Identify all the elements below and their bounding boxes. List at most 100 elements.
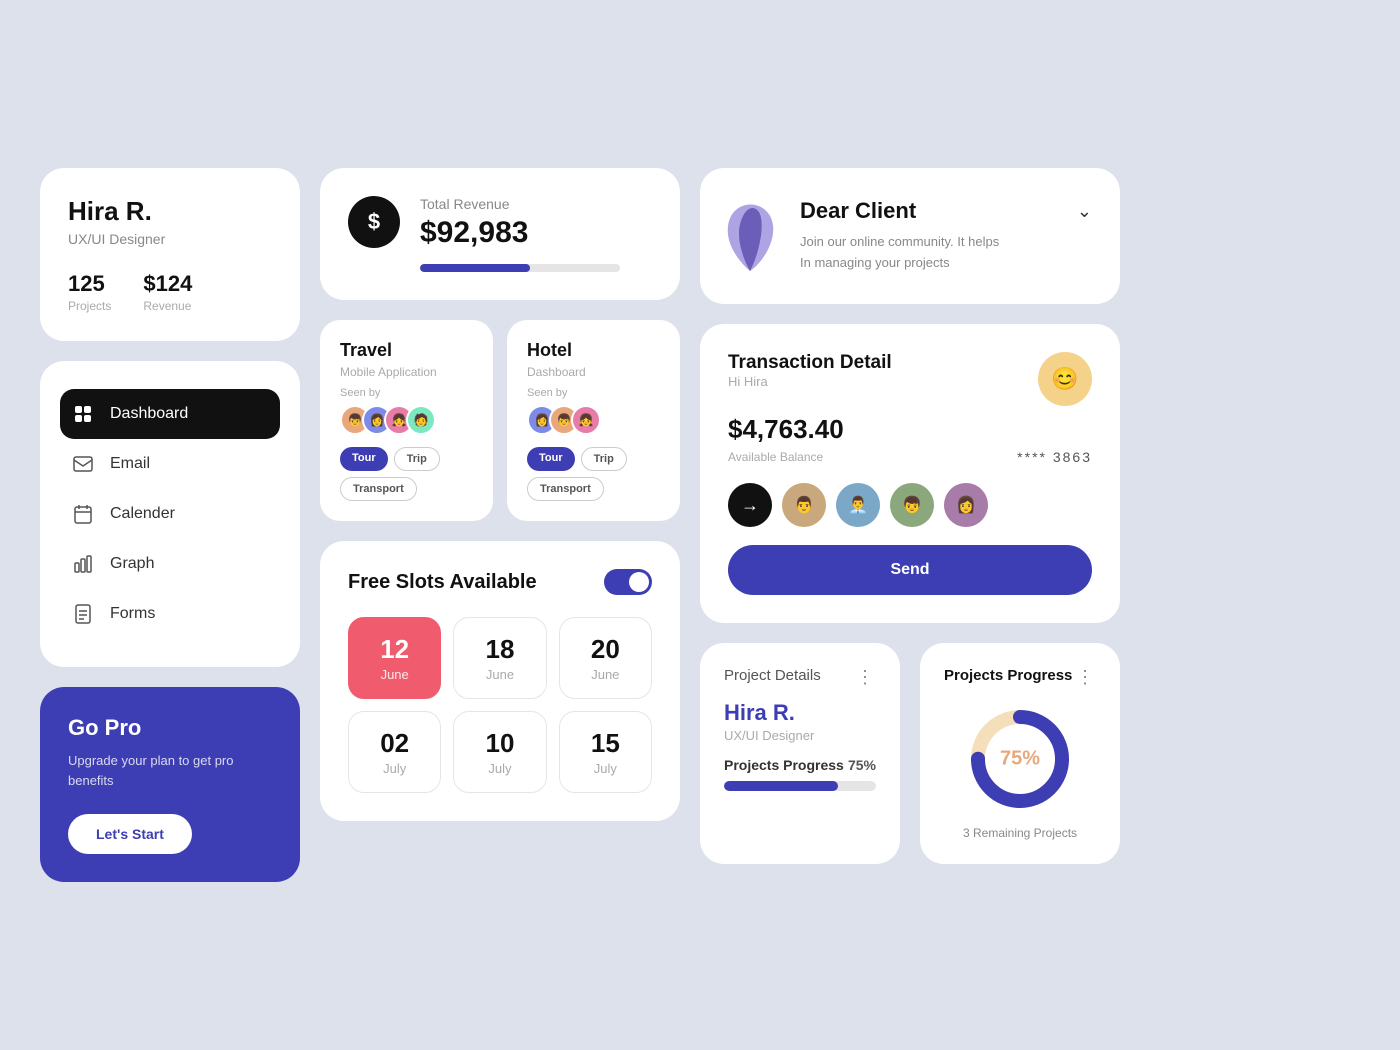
stat-projects-val: 125 (68, 271, 111, 297)
date-month-5: July (576, 761, 635, 776)
date-cell-0[interactable]: 12 June (348, 617, 441, 699)
nav-graph-label: Graph (110, 555, 154, 573)
dear-client-card: Dear Client ⌄ Join our online community.… (700, 168, 1120, 304)
three-dots-icon[interactable]: ⋮ (856, 667, 876, 688)
avatar-7: 👧 (571, 405, 601, 435)
pd-name: Hira R. (724, 700, 876, 726)
profile-title: UX/UI Designer (68, 231, 272, 247)
nav-item-email[interactable]: Email (60, 439, 280, 489)
date-month-2: June (576, 667, 635, 682)
send-button[interactable]: Send (728, 545, 1092, 595)
lets-start-button[interactable]: Let's Start (68, 814, 192, 854)
proj-travel-type: Travel (340, 340, 473, 361)
pd-prog-label: Projects Progress 75% (724, 757, 876, 773)
date-cell-2[interactable]: 20 June (559, 617, 652, 699)
date-cell-4[interactable]: 10 July (453, 711, 546, 793)
projects-progress-card: Projects Progress ⋮ 75% 3 Remaining Proj… (920, 643, 1120, 864)
date-cell-5[interactable]: 15 July (559, 711, 652, 793)
proj-travel-tags: Tour Trip Transport (340, 447, 473, 501)
person-avatar-3[interactable]: 👦 (890, 483, 934, 527)
nav-email-label: Email (110, 455, 150, 473)
dear-client-desc: Join our online community. It helps In m… (800, 232, 1092, 274)
calendar-icon (72, 503, 94, 525)
tag-transport[interactable]: Transport (340, 477, 417, 501)
proj-hotel-avatars: 👩 👦 👧 (527, 405, 660, 435)
txn-header: Transaction Detail Hi Hira 😊 (728, 352, 1092, 406)
pd-progress-bar (724, 781, 876, 791)
project-card-hotel: Hotel Dashboard Seen by 👩 👦 👧 Tour Trip … (507, 320, 680, 521)
txn-people: → 👨 👨‍💼 👦 👩 (728, 483, 1092, 527)
go-pro-title: Go Pro (68, 715, 272, 741)
txn-avatar: 😊 (1038, 352, 1092, 406)
dear-client-title: Dear Client (800, 198, 916, 224)
toggle-knob (629, 572, 649, 592)
proj-hotel-seen: Seen by (527, 387, 660, 399)
proj-hotel-sub: Dashboard (527, 365, 660, 379)
stat-projects-label: Projects (68, 299, 111, 313)
pd-progress-text: Projects Progress (724, 757, 844, 773)
nav-card: Dashboard Email Calender (40, 361, 300, 667)
dear-client-content: Dear Client ⌄ Join our online community.… (800, 198, 1092, 274)
donut-label: 75% (1000, 748, 1040, 771)
nav-forms-label: Forms (110, 605, 155, 623)
chevron-down-icon[interactable]: ⌄ (1077, 201, 1092, 222)
tag-trip[interactable]: Trip (394, 447, 440, 471)
person-avatar-1[interactable]: 👨 (782, 483, 826, 527)
tag-tour-hotel[interactable]: Tour (527, 447, 575, 471)
slots-toggle[interactable] (604, 569, 652, 595)
revenue-progress-fill (420, 264, 530, 272)
dashboard-icon (72, 403, 94, 425)
proj-travel-avatars: 👦 👩 👧 🧑 (340, 405, 473, 435)
tag-transport-hotel[interactable]: Transport (527, 477, 604, 501)
date-num-4: 10 (470, 728, 529, 759)
pp-header: Projects Progress ⋮ (944, 667, 1096, 688)
txn-title: Transaction Detail (728, 352, 892, 374)
person-avatar-4[interactable]: 👩 (944, 483, 988, 527)
send-arrow-btn[interactable]: → (728, 483, 772, 527)
proj-travel-sub: Mobile Application (340, 365, 473, 379)
txn-amount: $4,763.40 (728, 414, 1092, 445)
profile-card: Hira R. UX/UI Designer 125 Projects $124… (40, 168, 300, 341)
right-column: Dear Client ⌄ Join our online community.… (700, 168, 1120, 882)
dashboard-container: Hira R. UX/UI Designer 125 Projects $124… (0, 128, 1400, 922)
slots-card: Free Slots Available 12 June 18 June 20 … (320, 541, 680, 821)
stat-projects: 125 Projects (68, 271, 111, 313)
slots-header: Free Slots Available (348, 569, 652, 595)
nav-item-calendar[interactable]: Calender (60, 489, 280, 539)
nav-item-dashboard[interactable]: Dashboard (60, 389, 280, 439)
project-cards-row: Travel Mobile Application Seen by 👦 👩 👧 … (320, 320, 680, 521)
date-month-0: June (365, 667, 424, 682)
dear-desc-line2: In managing your projects (800, 255, 950, 270)
date-cell-1[interactable]: 18 June (453, 617, 546, 699)
txn-greeting: Hi Hira (728, 374, 892, 389)
date-num-1: 18 (470, 634, 529, 665)
pd-progress-pct: 75% (848, 757, 876, 773)
go-pro-card: Go Pro Upgrade your plan to get pro bene… (40, 687, 300, 882)
date-num-2: 20 (576, 634, 635, 665)
revenue-label: Total Revenue (420, 196, 620, 212)
forms-icon (72, 603, 94, 625)
pp-three-dots-icon[interactable]: ⋮ (1076, 667, 1096, 688)
bottom-row: Project Details ⋮ Hira R. UX/UI Designer… (700, 643, 1120, 864)
tag-tour[interactable]: Tour (340, 447, 388, 471)
revenue-info: Total Revenue $92,983 (420, 196, 620, 272)
dear-client-title-row: Dear Client ⌄ (800, 198, 1092, 224)
pd-role: UX/UI Designer (724, 728, 876, 743)
pd-header: Project Details ⋮ (724, 667, 876, 688)
pp-remaining: 3 Remaining Projects (944, 826, 1096, 840)
txn-balance-row: Available Balance **** 3863 (728, 449, 1092, 465)
slots-title: Free Slots Available (348, 571, 537, 594)
project-detail-card: Project Details ⋮ Hira R. UX/UI Designer… (700, 643, 900, 864)
txn-balance-label: Available Balance (728, 450, 823, 464)
person-avatar-2[interactable]: 👨‍💼 (836, 483, 880, 527)
date-num-5: 15 (576, 728, 635, 759)
nav-item-forms[interactable]: Forms (60, 589, 280, 639)
proj-hotel-tags: Tour Trip Transport (527, 447, 660, 501)
proj-travel-seen: Seen by (340, 387, 473, 399)
tag-trip-hotel[interactable]: Trip (581, 447, 627, 471)
dear-desc-line1: Join our online community. It helps (800, 234, 999, 249)
nav-item-graph[interactable]: Graph (60, 539, 280, 589)
email-icon (72, 453, 94, 475)
nav-calendar-label: Calender (110, 505, 175, 523)
date-cell-3[interactable]: 02 July (348, 711, 441, 793)
